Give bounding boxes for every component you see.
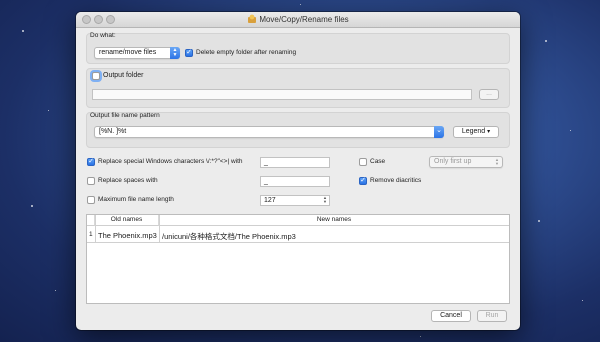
window-title: Move/Copy/Rename files (259, 15, 349, 24)
browse-folder-button[interactable]: ... (479, 89, 499, 100)
table-header-old-names[interactable]: Old names (95, 215, 159, 226)
row-divider (87, 242, 509, 243)
case-value: Only first up (434, 158, 472, 165)
desktop-star (55, 290, 56, 291)
cancel-button[interactable]: Cancel (431, 310, 471, 322)
delete-empty-folder-checkbox[interactable]: ✓ (185, 49, 193, 57)
legend-button[interactable]: Legend ▾ (453, 126, 499, 138)
desktop-star (31, 205, 33, 207)
names-table[interactable]: Old names New names 1 The Phoenix.mp3 /u… (86, 214, 510, 304)
app-icon (248, 14, 257, 23)
new-name-cell[interactable]: /unicuni/各种格式文档/The Phoenix.mp3 (162, 228, 296, 242)
desktop-star (420, 336, 421, 337)
legend-label: Legend (461, 128, 486, 135)
output-folder-path-input[interactable] (92, 89, 472, 100)
desktop-star (545, 40, 547, 42)
do-what-label: Do what: (90, 32, 116, 39)
rename-dialog-window: Move/Copy/Rename files Do what: rename/m… (76, 12, 520, 330)
row-index: 1 (89, 231, 93, 238)
window-title-wrap: Move/Copy/Rename files (76, 14, 520, 24)
column-divider (95, 215, 96, 243)
desktop-star (582, 300, 583, 301)
max-length-stepper[interactable]: 127 ▲ ▼ (260, 195, 330, 206)
old-name-cell[interactable]: The Phoenix.mp3 (98, 228, 157, 242)
case-popup[interactable]: Only first up ▲ ▼ (429, 156, 503, 168)
output-folder-label: Output folder (103, 72, 144, 79)
delete-empty-folder-label: Delete empty folder after renaming (196, 49, 297, 56)
run-button[interactable]: Run (477, 310, 507, 322)
replace-spaces-input[interactable]: _ (260, 176, 330, 187)
pattern-combobox[interactable]: [%N. ]%t ⌄ (94, 126, 444, 138)
desktop-star (570, 130, 571, 131)
replace-special-label: Replace special Windows characters \/:*?… (98, 158, 243, 165)
title-bar: Move/Copy/Rename files (76, 12, 520, 28)
up-down-arrows-icon: ▲ ▼ (170, 47, 180, 59)
output-folder-group (86, 68, 510, 108)
pattern-value: [%N. ]%t (99, 128, 127, 135)
max-length-checkbox[interactable] (87, 196, 95, 204)
up-down-arrows-icon: ▲ ▼ (495, 157, 499, 166)
desktop-star (300, 4, 301, 5)
desktop-star (22, 30, 24, 32)
max-length-label: Maximum file name length (98, 196, 174, 203)
action-value: rename/move files (99, 49, 157, 56)
case-label: Case (370, 158, 386, 165)
remove-diacritics-label: Remove diacritics (370, 177, 422, 184)
pattern-label: Output file name pattern (90, 112, 160, 119)
table-header-index (87, 215, 95, 226)
action-popup[interactable]: rename/move files ▲ ▼ (94, 47, 180, 59)
desktop-star (538, 220, 540, 222)
stepper-arrows-icon: ▲ ▼ (323, 195, 327, 204)
replace-special-input[interactable]: _ (260, 157, 330, 168)
replace-spaces-checkbox[interactable] (87, 177, 95, 185)
remove-diacritics-checkbox[interactable]: ✓ (359, 177, 367, 185)
table-header-new-names[interactable]: New names (159, 215, 509, 226)
max-length-value: 127 (264, 197, 276, 204)
replace-special-checkbox[interactable]: ✓ (87, 158, 95, 166)
output-folder-checkbox[interactable] (92, 72, 100, 80)
replace-spaces-label: Replace spaces with (98, 177, 158, 184)
desktop-star (48, 110, 49, 111)
case-checkbox[interactable] (359, 158, 367, 166)
column-divider (159, 215, 160, 243)
chevron-down-icon: ▾ (487, 129, 491, 135)
chevron-down-icon: ⌄ (434, 126, 444, 138)
